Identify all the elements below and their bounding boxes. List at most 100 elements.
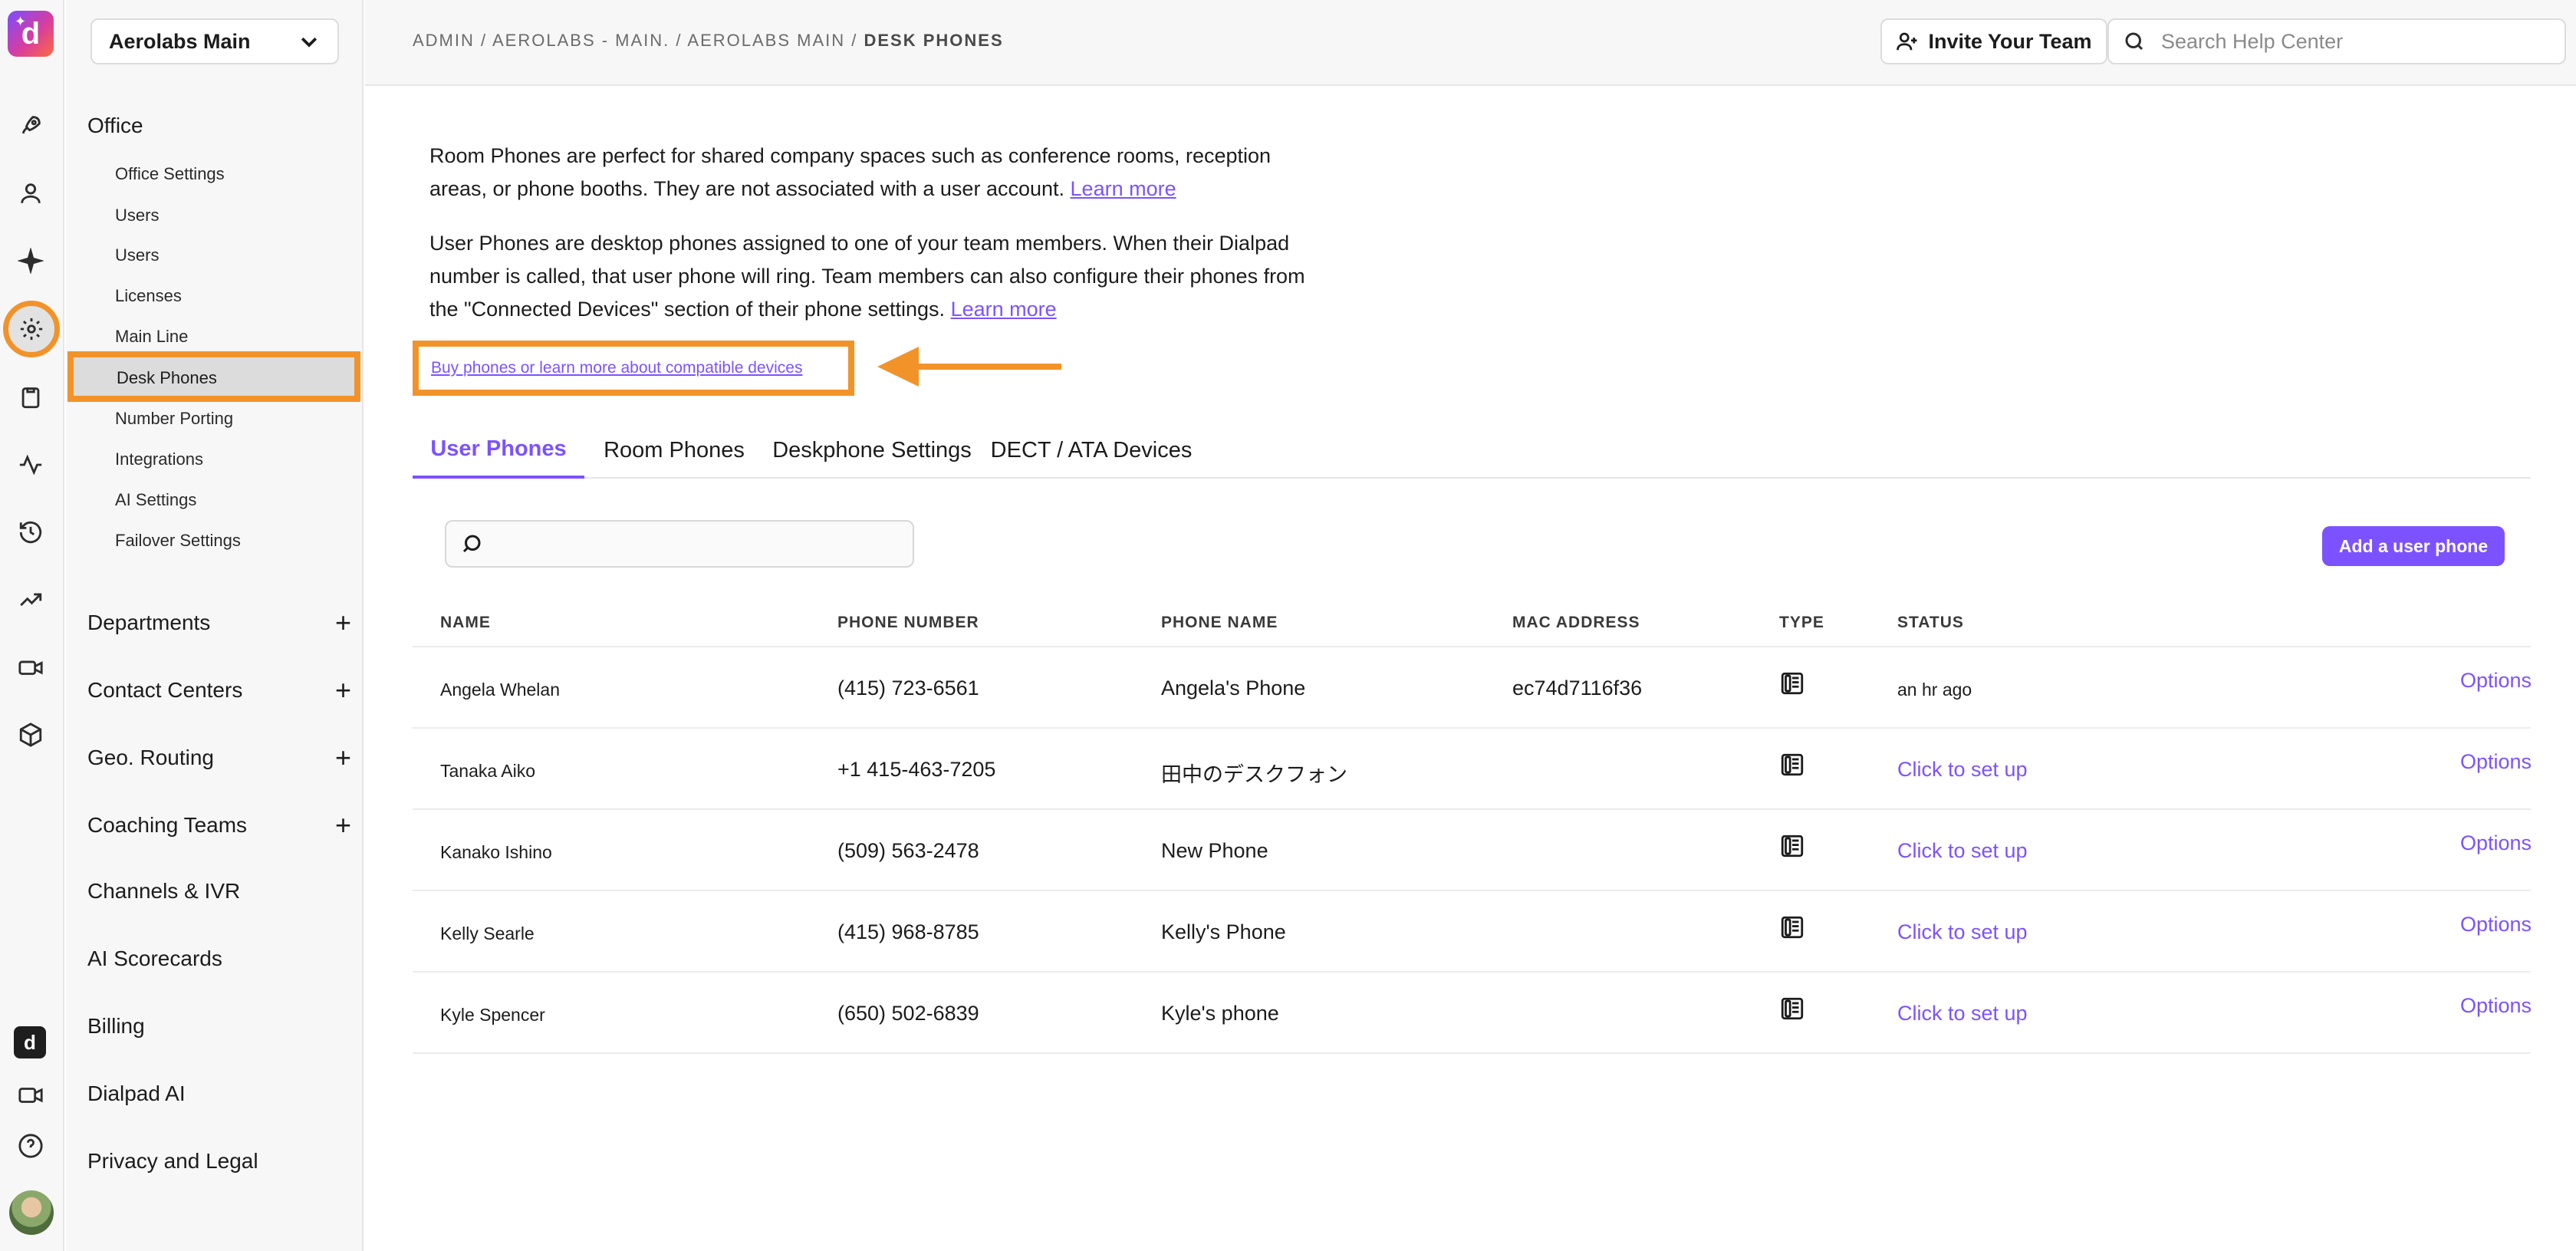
help-icon[interactable] xyxy=(14,1129,48,1163)
table-header: NAME PHONE NUMBER PHONE NAME MAC ADDRESS… xyxy=(413,595,2531,647)
cell-name: Kyle Spencer xyxy=(440,1005,545,1025)
tab-room-phones[interactable]: Room Phones xyxy=(584,422,764,479)
buy-phones-link[interactable]: Buy phones or learn more about compatibl… xyxy=(431,359,802,377)
cell-phone-name: 田中のデスクフォン xyxy=(1161,763,1347,786)
add-user-phone-button[interactable]: Add a user phone xyxy=(2322,526,2505,566)
sparkle-icon: ✦ xyxy=(15,14,27,29)
main-content: Room Phones are perfect for shared compa… xyxy=(365,86,2576,1251)
search-icon xyxy=(462,535,481,553)
deskphone-icon xyxy=(1779,833,1805,864)
nav-section-channels-ivr[interactable]: Channels & IVR xyxy=(87,879,351,904)
chevron-down-icon xyxy=(298,30,321,53)
rocket-icon[interactable] xyxy=(14,109,48,143)
nav-section-billing[interactable]: Billing xyxy=(87,1014,351,1039)
options-button[interactable]: Options xyxy=(2460,913,2532,937)
nav-section-privacy-legal[interactable]: Privacy and Legal xyxy=(87,1149,351,1174)
room-phones-description: Room Phones are perfect for shared compa… xyxy=(429,144,1272,200)
sidebar-item-failover-settings[interactable]: Failover Settings xyxy=(115,531,241,551)
setup-link[interactable]: Click to set up xyxy=(1897,839,2028,863)
nav-section-coaching-teams[interactable]: Coaching Teams + xyxy=(87,812,351,839)
cell-name: Angela Whelan xyxy=(440,680,560,700)
learn-more-link[interactable]: Learn more xyxy=(1071,177,1176,200)
plus-icon[interactable]: + xyxy=(335,677,351,704)
dialpad-logo[interactable]: ✦ d xyxy=(8,11,54,57)
cube-icon[interactable] xyxy=(14,718,48,752)
cell-phone-name: Kelly's Phone xyxy=(1161,920,1286,943)
column-header-phone-number[interactable]: PHONE NUMBER xyxy=(837,614,979,632)
org-select[interactable]: Aerolabs Main xyxy=(90,18,339,64)
sidebar-item-integrations[interactable]: Integrations xyxy=(115,449,203,469)
invite-team-button[interactable]: Invite Your Team xyxy=(1880,18,2107,64)
nav-section-departments[interactable]: Departments + xyxy=(87,609,351,637)
breadcrumb: ADMIN / AEROLABS - MAIN. / AEROLABS MAIN… xyxy=(413,31,1004,50)
learn-more-link[interactable]: Learn more xyxy=(951,298,1057,321)
table-row[interactable]: Tanaka Aiko +1 415-463-7205 田中のデスクフォン Cl… xyxy=(413,729,2532,810)
nav-section-office[interactable]: Office xyxy=(87,114,351,138)
tab-user-phones[interactable]: User Phones xyxy=(413,422,584,479)
cell-name: Kelly Searle xyxy=(440,923,535,943)
camera-icon[interactable] xyxy=(14,650,48,684)
sidebar-item-users[interactable]: Users xyxy=(115,206,159,226)
table-row[interactable]: Kanako Ishino (509) 563-2478 New Phone C… xyxy=(413,810,2532,891)
plus-icon[interactable]: + xyxy=(335,609,351,637)
options-button[interactable]: Options xyxy=(2460,750,2532,774)
column-header-name[interactable]: NAME xyxy=(440,614,491,632)
user-icon[interactable] xyxy=(14,176,48,210)
org-name: Aerolabs Main xyxy=(109,29,251,53)
tab-deskphone-settings[interactable]: Deskphone Settings xyxy=(764,422,980,479)
options-button[interactable]: Options xyxy=(2460,831,2532,855)
table-search-input[interactable] xyxy=(492,532,906,555)
cell-phone-number: (415) 968-8785 xyxy=(837,920,979,943)
sidebar-item-main-line[interactable]: Main Line xyxy=(115,327,188,347)
cell-status: an hr ago xyxy=(1897,680,1972,700)
sparkle-icon[interactable] xyxy=(14,244,48,278)
buy-phones-highlight: Buy phones or learn more about compatibl… xyxy=(413,341,854,396)
sidebar-item-licenses[interactable]: Licenses xyxy=(115,286,182,306)
sidebar-item-ai-settings[interactable]: AI Settings xyxy=(115,490,196,510)
nav-section-ai-scorecards[interactable]: AI Scorecards xyxy=(87,946,351,971)
clipboard-icon[interactable] xyxy=(14,380,48,414)
nav-section-geo-routing[interactable]: Geo. Routing + xyxy=(87,744,351,772)
setup-link[interactable]: Click to set up xyxy=(1897,758,2028,782)
help-search-input[interactable] xyxy=(2160,28,2543,54)
deskphone-icon xyxy=(1779,914,1805,946)
sidebar-item-users-2[interactable]: Users xyxy=(115,245,159,265)
sidebar: Aerolabs Main Office Office Settings Use… xyxy=(66,0,364,1251)
tab-dect-ata-devices[interactable]: DECT / ATA Devices xyxy=(980,422,1202,479)
cell-name: Kanako Ishino xyxy=(440,842,552,862)
arrow-left-icon xyxy=(877,347,1061,387)
help-search[interactable] xyxy=(2107,18,2566,64)
sidebar-item-number-porting[interactable]: Number Porting xyxy=(115,409,233,429)
setup-link[interactable]: Click to set up xyxy=(1897,920,2028,944)
plus-icon[interactable]: + xyxy=(335,744,351,772)
column-header-mac-address[interactable]: MAC ADDRESS xyxy=(1512,614,1640,632)
trend-icon[interactable] xyxy=(14,583,48,617)
dialpad-icon[interactable]: d xyxy=(14,1026,46,1058)
cell-phone-name: Angela's Phone xyxy=(1161,677,1306,700)
nav-section-contact-centers[interactable]: Contact Centers + xyxy=(87,677,351,704)
options-button[interactable]: Options xyxy=(2460,669,2532,693)
icon-rail: ✦ d d xyxy=(0,0,64,1251)
setup-link[interactable]: Click to set up xyxy=(1897,1002,2028,1025)
table-row[interactable]: Angela Whelan (415) 723-6561 Angela's Ph… xyxy=(413,647,2532,729)
column-header-status[interactable]: STATUS xyxy=(1897,614,1964,632)
sidebar-item-desk-phones[interactable]: Desk Phones xyxy=(67,351,360,402)
cell-phone-number: +1 415-463-7205 xyxy=(837,758,996,781)
column-header-phone-name[interactable]: PHONE NAME xyxy=(1161,614,1278,632)
gear-icon[interactable] xyxy=(3,301,60,357)
table-search[interactable] xyxy=(445,520,914,568)
column-header-type[interactable]: TYPE xyxy=(1779,614,1824,632)
history-icon[interactable] xyxy=(14,515,48,549)
sidebar-item-label: Desk Phones xyxy=(117,368,217,387)
sidebar-item-office-settings[interactable]: Office Settings xyxy=(115,164,225,184)
table-row[interactable]: Kyle Spencer (650) 502-6839 Kyle's phone… xyxy=(413,973,2532,1054)
table-row[interactable]: Kelly Searle (415) 968-8785 Kelly's Phon… xyxy=(413,891,2532,973)
topbar: ADMIN / AEROLABS - MAIN. / AEROLABS MAIN… xyxy=(365,0,2576,86)
nav-section-dialpad-ai[interactable]: Dialpad AI xyxy=(87,1081,351,1106)
plus-icon[interactable]: + xyxy=(335,812,351,839)
video-icon[interactable] xyxy=(14,1078,48,1112)
cell-phone-name: Kyle's phone xyxy=(1161,1002,1279,1025)
options-button[interactable]: Options xyxy=(2460,994,2532,1018)
activity-icon[interactable] xyxy=(14,448,48,482)
avatar[interactable] xyxy=(9,1190,54,1235)
